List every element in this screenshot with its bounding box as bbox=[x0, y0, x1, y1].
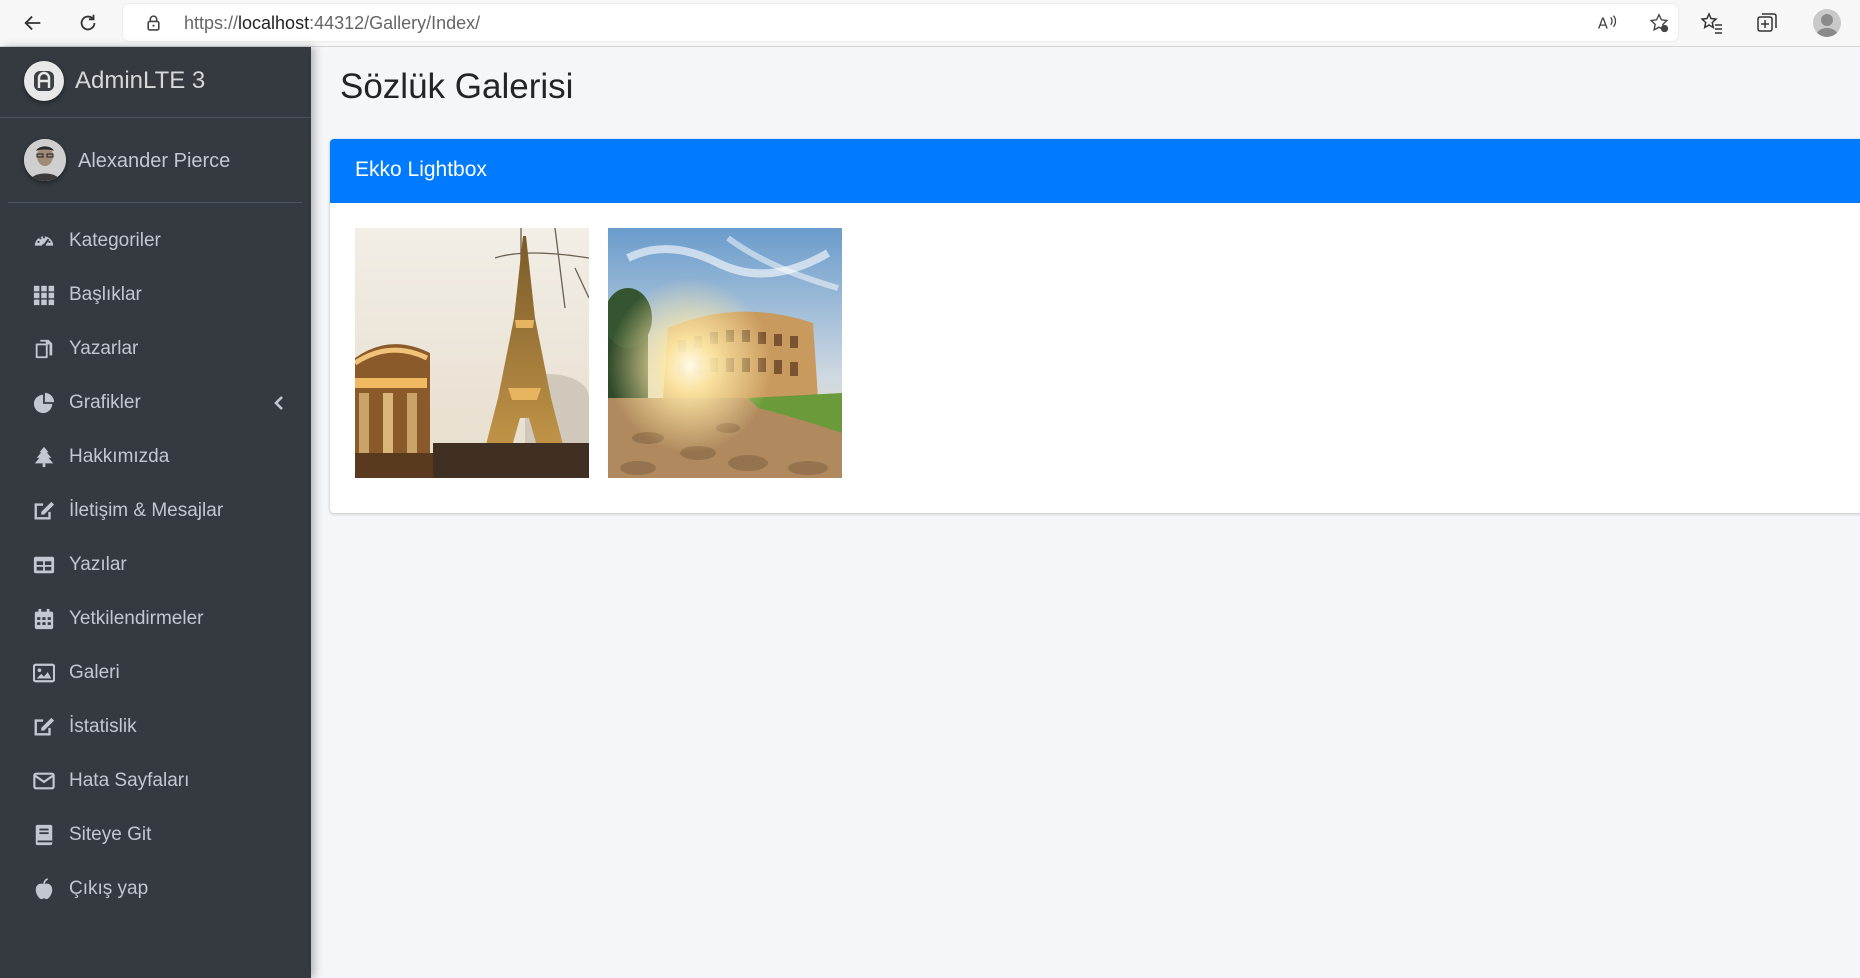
sidebar-item-siteye-git[interactable]: Siteye Git bbox=[8, 808, 302, 862]
collections-icon[interactable] bbox=[1755, 11, 1779, 35]
card-header: Ekko Lightbox bbox=[330, 139, 1860, 203]
sidebar-item-kategoriler[interactable]: Kategoriler bbox=[8, 214, 302, 268]
sidebar-item-galeri[interactable]: Galeri bbox=[8, 646, 302, 700]
calendar-icon bbox=[32, 608, 56, 630]
browser-toolbar: https://localhost:44312/Gallery/Index/ A bbox=[0, 0, 1860, 47]
gallery-image-eiffel[interactable] bbox=[355, 228, 589, 478]
sidebar-menu: Kategoriler Başlıklar Yazarlar Grafikler… bbox=[8, 214, 302, 916]
brand-text: AdminLTE 3 bbox=[75, 67, 206, 94]
sidebar-item-cikis-yap[interactable]: Çıkış yap bbox=[8, 862, 302, 916]
tree-icon bbox=[32, 446, 56, 468]
apple-icon bbox=[32, 878, 56, 900]
page-title: Sözlük Galerisi bbox=[340, 67, 574, 106]
user-name[interactable]: Alexander Pierce bbox=[78, 150, 230, 173]
sidebar-item-label: Kategoriler bbox=[69, 230, 161, 251]
sidebar-item-istatislik[interactable]: İstatislik bbox=[8, 700, 302, 754]
url-text: https://localhost:44312/Gallery/Index/ bbox=[184, 13, 481, 33]
adminlte-logo-icon bbox=[34, 71, 54, 91]
avatar[interactable] bbox=[24, 139, 66, 181]
book-icon bbox=[32, 824, 56, 846]
table-icon bbox=[32, 554, 56, 576]
lock-icon bbox=[147, 15, 160, 31]
reload-button[interactable] bbox=[73, 8, 103, 38]
sidebar-item-label: İletişim & Mesajlar bbox=[69, 500, 224, 521]
sidebar-item-hata-sayfalari[interactable]: Hata Sayfaları bbox=[8, 754, 302, 808]
copy-icon bbox=[32, 338, 56, 360]
edit-icon bbox=[32, 716, 56, 738]
back-button[interactable] bbox=[18, 8, 48, 38]
user-photo-icon bbox=[24, 139, 66, 181]
colosseum-image bbox=[608, 228, 842, 478]
sidebar-item-label: Grafikler bbox=[69, 392, 141, 413]
profile-avatar[interactable] bbox=[1813, 9, 1841, 37]
sidebar-item-iletisim[interactable]: İletişim & Mesajlar bbox=[8, 484, 302, 538]
svg-text:A: A bbox=[1598, 16, 1608, 33]
card-title: Ekko Lightbox bbox=[355, 158, 487, 181]
sidebar-item-label: Galeri bbox=[69, 662, 120, 683]
sidebar-item-label: Yetkilendirmeler bbox=[69, 608, 204, 629]
reload-icon bbox=[80, 14, 96, 31]
add-favorite-icon[interactable] bbox=[1648, 12, 1670, 34]
sidebar-item-label: Başlıklar bbox=[69, 284, 142, 305]
edit-icon bbox=[32, 500, 56, 522]
grid-icon bbox=[32, 284, 56, 306]
eiffel-tower-image bbox=[355, 228, 589, 478]
read-aloud-icon[interactable]: A bbox=[1596, 12, 1618, 34]
envelope-icon bbox=[32, 770, 56, 792]
sidebar-item-yetkilendirmeler[interactable]: Yetkilendirmeler bbox=[8, 592, 302, 646]
chevron-left-icon[interactable] bbox=[272, 395, 286, 411]
sidebar: AdminLTE 3 Alexander Pierce Kategoriler … bbox=[0, 47, 311, 978]
sidebar-item-hakkimizda[interactable]: Hakkımızda bbox=[8, 430, 302, 484]
sidebar-item-basliklar[interactable]: Başlıklar bbox=[8, 268, 302, 322]
sidebar-item-label: İstatislik bbox=[69, 716, 137, 737]
sidebar-item-label: Çıkış yap bbox=[69, 878, 149, 899]
sidebar-item-yazarlar[interactable]: Yazarlar bbox=[8, 322, 302, 376]
pie-chart-icon bbox=[32, 392, 56, 414]
brand-link[interactable]: AdminLTE 3 bbox=[0, 47, 311, 118]
tachometer-icon bbox=[32, 230, 56, 252]
sidebar-item-label: Siteye Git bbox=[69, 824, 152, 845]
sidebar-item-grafikler[interactable]: Grafikler bbox=[8, 376, 302, 430]
favorites-icon[interactable] bbox=[1700, 11, 1724, 35]
sidebar-item-label: Hakkımızda bbox=[69, 446, 170, 467]
image-icon bbox=[32, 662, 56, 684]
sidebar-item-yazilar[interactable]: Yazılar bbox=[8, 538, 302, 592]
sidebar-item-label: Yazarlar bbox=[69, 338, 139, 359]
arrow-left-icon bbox=[24, 15, 41, 31]
gallery-card: Ekko Lightbox bbox=[330, 139, 1860, 513]
sidebar-item-label: Hata Sayfaları bbox=[69, 770, 190, 791]
brand-logo bbox=[24, 61, 64, 101]
sidebar-item-label: Yazılar bbox=[69, 554, 127, 575]
address-bar[interactable]: https://localhost:44312/Gallery/Index/ A bbox=[123, 4, 1678, 41]
gallery-image-colosseum[interactable] bbox=[608, 228, 842, 478]
user-panel: Alexander Pierce bbox=[8, 118, 302, 203]
